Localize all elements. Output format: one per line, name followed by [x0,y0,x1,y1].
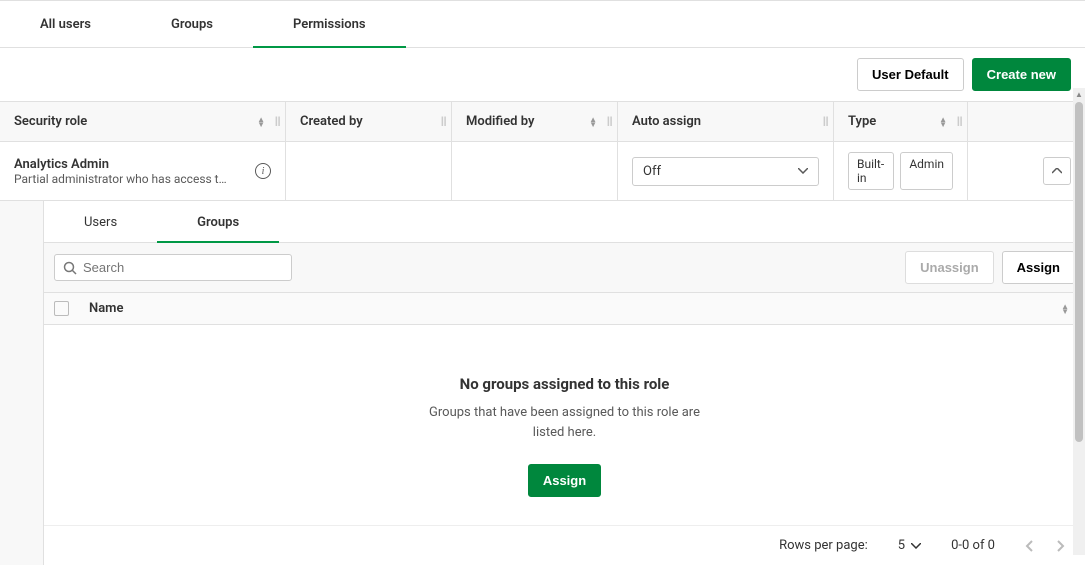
sort-icon: ▲▼ [589,117,597,127]
pagination: Rows per page: 5 0-0 of 0 [44,525,1085,565]
sub-tab-groups[interactable]: Groups [157,201,279,243]
action-bar: User Default Create new [0,48,1085,102]
top-tabs: All users Groups Permissions [0,0,1085,48]
select-all-checkbox[interactable] [54,301,69,316]
chevron-left-icon [1025,540,1033,552]
next-page-button[interactable] [1057,540,1065,552]
assign-button-empty[interactable]: Assign [528,464,601,497]
rows-per-page-value: 5 [898,538,905,553]
chevron-down-icon [911,543,921,549]
type-tag-builtin: Built-in [848,152,894,190]
col-type-label: Type [848,114,876,129]
cell-security-role: Analytics Admin Partial administrator wh… [0,142,286,200]
col-security-role-label: Security role [14,114,87,129]
roles-table-header: Security role ▲▼ ‖ Created by ‖ Modified… [0,102,1085,142]
cell-actions [968,142,1085,200]
detail-tabs: Users Groups [44,201,1085,243]
vertical-scrollbar[interactable]: ▲ [1073,100,1085,555]
detail-toolbar: Unassign Assign [44,243,1085,293]
col-created-by-label: Created by [300,114,363,129]
col-type[interactable]: Type ▲▼ ‖ [834,102,968,141]
col-security-role[interactable]: Security role ▲▼ ‖ [0,102,286,141]
cell-created-by [286,142,452,200]
chevron-right-icon [1057,540,1065,552]
empty-state: No groups assigned to this role Groups t… [44,325,1085,525]
empty-description: Groups that have been assigned to this r… [415,403,715,442]
chevron-up-icon [1052,168,1062,174]
cell-modified-by [452,142,618,200]
pagination-range: 0-0 of 0 [951,538,995,553]
assign-button[interactable]: Assign [1002,251,1075,284]
rows-per-page-select[interactable]: 5 [898,538,921,553]
cell-type: Built-in Admin [834,142,968,200]
detail-content: Users Groups Unassign Assign Name ▲▼ No … [44,201,1085,565]
auto-assign-select[interactable]: Off [632,157,819,186]
tab-groups[interactable]: Groups [131,0,253,48]
col-auto-assign[interactable]: Auto assign ‖ [618,102,834,141]
col-auto-assign-label: Auto assign [632,114,701,129]
resize-handle-icon[interactable]: ‖ [607,114,613,130]
sort-icon: ▲▼ [257,117,265,127]
rows-per-page-label: Rows per page: [779,538,868,553]
col-modified-by[interactable]: Modified by ▲▼ ‖ [452,102,618,141]
info-icon[interactable]: i [255,163,271,179]
scrollbar-thumb[interactable] [1075,102,1083,442]
prev-page-button[interactable] [1025,540,1033,552]
empty-title: No groups assigned to this role [460,375,670,393]
collapse-button[interactable] [1043,157,1071,185]
search-input-wrap[interactable] [54,254,292,281]
sort-icon: ▲▼ [939,117,947,127]
role-name: Analytics Admin [14,157,227,172]
detail-table-header: Name ▲▼ [44,293,1085,325]
resize-handle-icon[interactable]: ‖ [441,114,447,130]
resize-handle-icon[interactable]: ‖ [823,114,829,130]
cell-auto-assign: Off [618,142,834,200]
resize-handle-icon[interactable]: ‖ [957,114,963,130]
col-actions [968,102,1085,141]
chevron-down-icon [798,168,808,174]
create-new-button[interactable]: Create new [972,58,1071,91]
col-name-label[interactable]: Name [89,301,123,316]
unassign-button[interactable]: Unassign [905,251,994,284]
sort-icon[interactable]: ▲▼ [1061,304,1069,314]
resize-handle-icon[interactable]: ‖ [275,114,281,130]
role-description: Partial administrator who has access t… [14,172,227,186]
tab-permissions[interactable]: Permissions [253,0,406,48]
search-icon [63,261,77,275]
search-input[interactable] [83,260,283,275]
scroll-up-icon[interactable]: ▲ [1073,88,1085,100]
col-created-by[interactable]: Created by ‖ [286,102,452,141]
detail-panel: Users Groups Unassign Assign Name ▲▼ No … [0,201,1085,565]
type-tag-admin: Admin [900,152,953,190]
sub-tab-users[interactable]: Users [44,201,157,243]
table-row[interactable]: Analytics Admin Partial administrator wh… [0,142,1085,201]
auto-assign-value: Off [643,164,661,179]
user-default-button[interactable]: User Default [857,58,964,91]
col-modified-by-label: Modified by [466,114,534,129]
tab-all-users[interactable]: All users [0,0,131,48]
detail-gutter [0,201,44,565]
